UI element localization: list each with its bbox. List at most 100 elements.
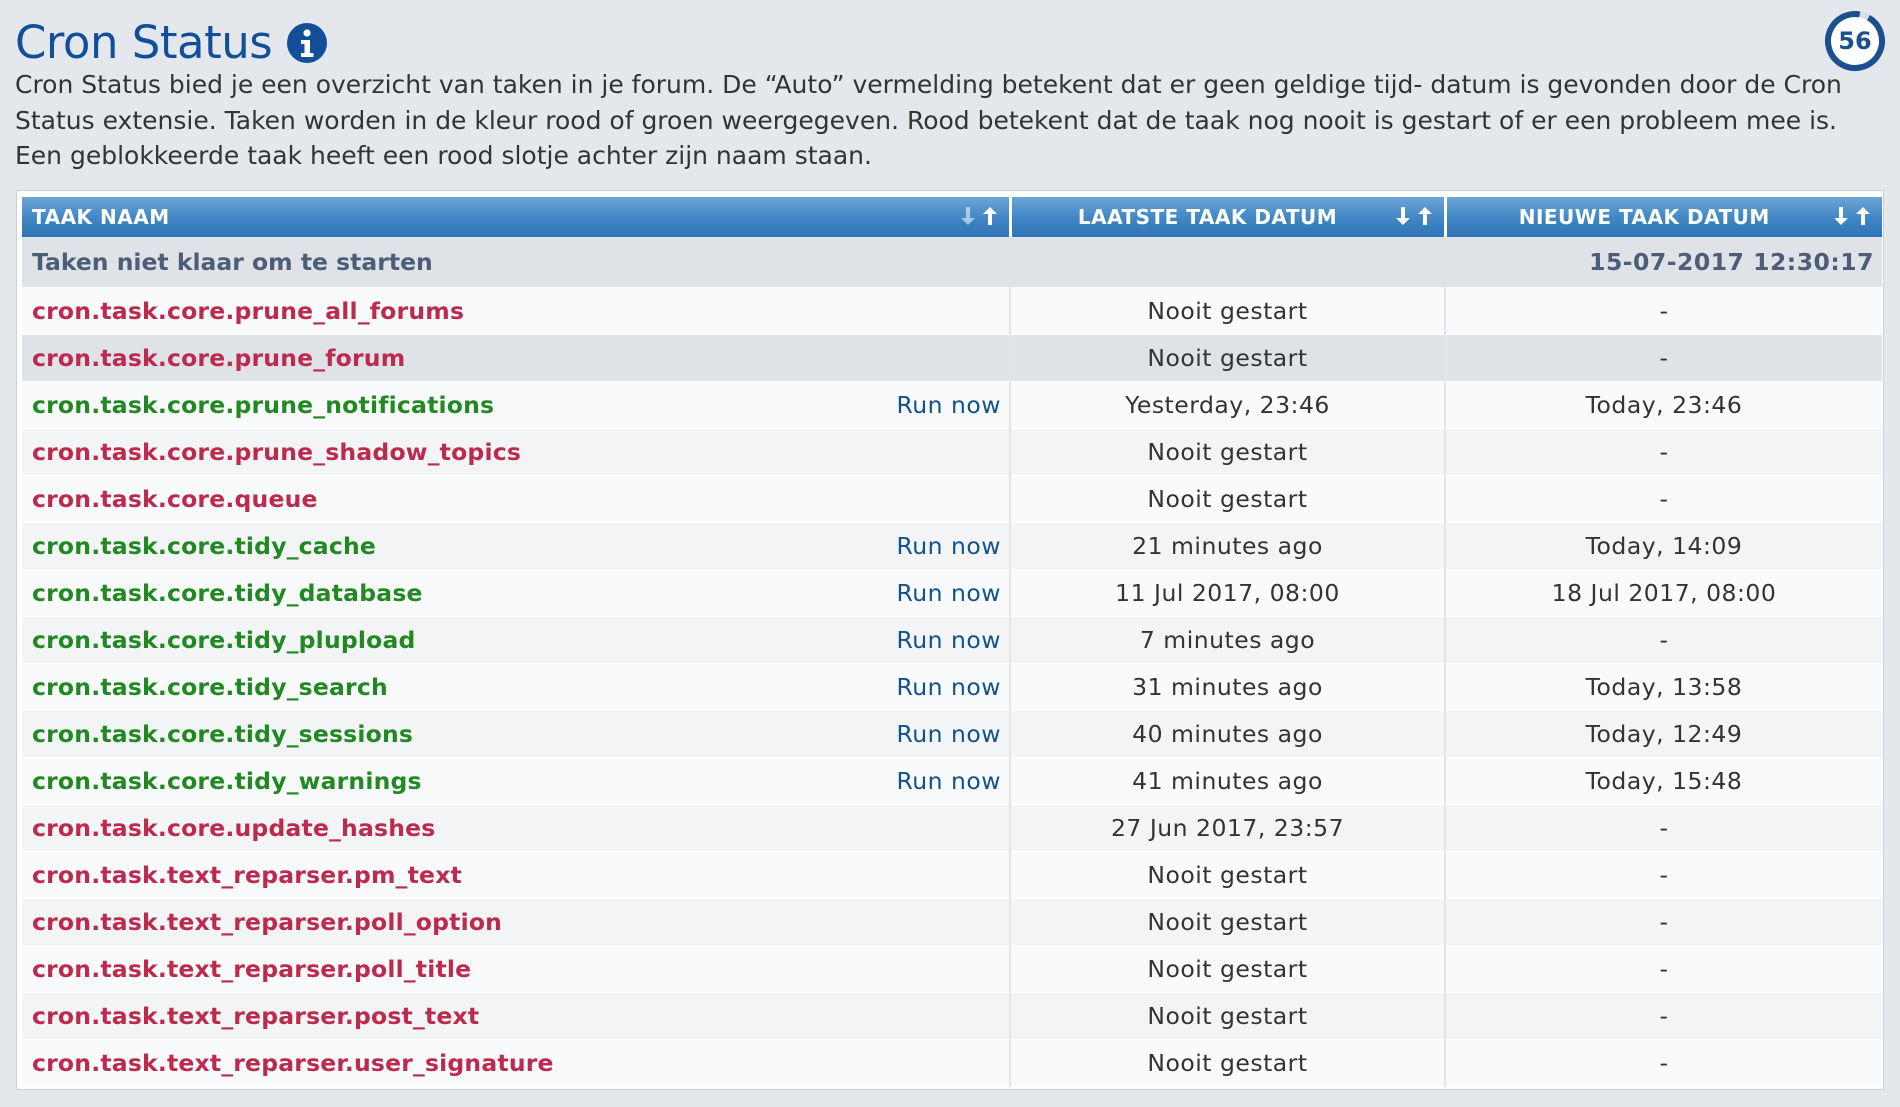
run-now-link[interactable]: Run now xyxy=(896,626,1001,654)
run-now-link[interactable]: Run now xyxy=(896,579,1001,607)
sort-up-icon[interactable] xyxy=(981,206,999,226)
run-now-link[interactable]: Run now xyxy=(896,391,1001,419)
column-header-label: NIEUWE TAAK DATUM xyxy=(1518,205,1770,229)
sort-up-icon[interactable] xyxy=(1854,206,1872,226)
task-name-wrapper: cron.task.core.prune_all_forums xyxy=(22,288,1009,334)
task-name-cell: cron.task.core.prune_shadow_topics xyxy=(22,428,1011,476)
task-name-wrapper: cron.task.text_reparser.user_signature xyxy=(22,1040,1009,1086)
refresh-counter: 56 xyxy=(1824,10,1886,72)
group-date: 15-07-2017 12:30:17 xyxy=(1445,237,1882,288)
sort-controls xyxy=(1832,206,1872,226)
task-name-cell: cron.task.core.tidy_sessions Run now xyxy=(22,710,1011,758)
run-now-link[interactable]: Run now xyxy=(896,720,1001,748)
run-now-link[interactable]: Run now xyxy=(896,673,1001,701)
task-name-wrapper: cron.task.text_reparser.pm_text xyxy=(22,852,1009,898)
task-name-wrapper: cron.task.core.prune_shadow_topics xyxy=(22,429,1009,475)
column-header-next-date[interactable]: NIEUWE TAAK DATUM xyxy=(1445,197,1882,237)
task-name-wrapper: cron.task.core.tidy_warnings Run now xyxy=(22,758,1009,804)
task-name-cell: cron.task.text_reparser.post_text xyxy=(22,992,1011,1040)
next-run-date: - xyxy=(1445,475,1882,523)
column-header-label: LAATSTE TAAK DATUM xyxy=(1077,205,1338,229)
last-run-date: Yesterday, 23:46 xyxy=(1010,381,1446,429)
column-header-task-name[interactable]: TAAK NAAM xyxy=(22,197,1012,237)
next-run-date: - xyxy=(1445,287,1882,335)
table-row: cron.task.text_reparser.post_text Nooit g… xyxy=(22,992,1882,1040)
last-run-date: 41 minutes ago xyxy=(1010,757,1446,805)
last-run-date: Nooit gestart xyxy=(1010,992,1446,1040)
task-name-cell: cron.task.text_reparser.pm_text xyxy=(22,851,1011,899)
task-name: cron.task.core.prune_shadow_topics xyxy=(32,437,522,466)
next-run-date: - xyxy=(1445,1039,1882,1087)
last-run-date: Nooit gestart xyxy=(1010,945,1446,993)
next-run-date: Today, 15:48 xyxy=(1445,757,1882,805)
page-title-text: Cron Status xyxy=(15,15,273,69)
task-name: cron.task.core.prune_all_forums xyxy=(32,296,465,325)
task-name-wrapper: cron.task.core.queue xyxy=(22,476,1009,522)
task-name: cron.task.core.tidy_search xyxy=(32,672,388,701)
table-row: cron.task.core.prune_all_forums Nooit ges… xyxy=(22,287,1882,335)
table-row: cron.task.core.tidy_warnings Run now 41 mi… xyxy=(22,757,1882,805)
next-run-date: - xyxy=(1445,616,1882,664)
task-name: cron.task.core.tidy_plupload xyxy=(32,625,416,654)
task-name-cell: cron.task.text_reparser.poll_title xyxy=(22,945,1011,993)
run-now-link[interactable]: Run now xyxy=(896,767,1001,795)
last-run-date: Nooit gestart xyxy=(1010,898,1446,946)
task-name: cron.task.core.queue xyxy=(32,484,318,513)
last-run-date: Nooit gestart xyxy=(1010,334,1446,382)
next-run-date: - xyxy=(1445,334,1882,382)
task-name: cron.task.core.tidy_warnings xyxy=(32,766,422,795)
sort-down-icon[interactable] xyxy=(1394,206,1412,226)
page-title: Cron Status xyxy=(15,12,328,72)
table-row: cron.task.text_reparser.poll_option Nooit… xyxy=(22,898,1882,946)
info-circle-icon[interactable] xyxy=(286,22,328,64)
task-name-wrapper: cron.task.core.prune_forum xyxy=(22,335,1009,381)
task-name-wrapper: cron.task.core.tidy_plupload Run now xyxy=(22,617,1009,663)
task-name: cron.task.text_reparser.poll_title xyxy=(32,954,472,983)
table-row: cron.task.core.tidy_sessions Run now 40 mi… xyxy=(22,710,1882,758)
task-name-cell: cron.task.core.prune_all_forums xyxy=(22,287,1011,335)
task-name: cron.task.core.update_hashes xyxy=(32,813,436,842)
table-row: cron.task.core.prune_forum Nooit gestart - xyxy=(22,334,1882,382)
table-row: cron.task.core.update_hashes 27 Jun 2017,… xyxy=(22,804,1882,852)
table-row: cron.task.text_reparser.poll_title Nooit … xyxy=(22,945,1882,993)
task-name-cell: cron.task.core.tidy_plupload Run now xyxy=(22,616,1011,664)
next-run-date: - xyxy=(1445,992,1882,1040)
task-name-cell: cron.task.core.prune_forum xyxy=(22,334,1011,382)
next-run-date: - xyxy=(1445,804,1882,852)
task-name-cell: cron.task.core.prune_notifications Run no… xyxy=(22,381,1011,429)
task-name-wrapper: cron.task.core.tidy_cache Run now xyxy=(22,523,1009,569)
task-name-cell: cron.task.core.queue xyxy=(22,475,1011,523)
cron-table-panel: TAAK NAAM LAATSTE TAAK DATUM NIEUWE TAAK… xyxy=(16,190,1884,1090)
task-name-cell: cron.task.core.tidy_search Run now xyxy=(22,663,1011,711)
column-header-last-date[interactable]: LAATSTE TAAK DATUM xyxy=(1010,197,1447,237)
last-run-date: Nooit gestart xyxy=(1010,428,1446,476)
task-name-wrapper: cron.task.core.tidy_database Run now xyxy=(22,570,1009,616)
last-run-date: 21 minutes ago xyxy=(1010,522,1446,570)
task-name: cron.task.core.prune_forum xyxy=(32,343,406,372)
last-run-date: 7 minutes ago xyxy=(1010,616,1446,664)
task-name: cron.task.core.prune_notifications xyxy=(32,390,495,419)
sort-up-icon[interactable] xyxy=(1416,206,1434,226)
task-name: cron.task.core.tidy_database xyxy=(32,578,423,607)
sort-down-icon[interactable] xyxy=(1832,206,1850,226)
task-name-wrapper: cron.task.text_reparser.poll_title xyxy=(22,946,1009,992)
sort-down-icon[interactable] xyxy=(959,206,977,226)
next-run-date: - xyxy=(1445,851,1882,899)
task-name-wrapper: cron.task.core.prune_notifications Run no… xyxy=(22,382,1009,428)
group-row: Taken niet klaar om te starten 15-07-201… xyxy=(22,237,1882,288)
table-row: cron.task.core.tidy_database Run now 11 Ju… xyxy=(22,569,1882,617)
run-now-link[interactable]: Run now xyxy=(896,532,1001,560)
next-run-date: - xyxy=(1445,945,1882,993)
next-run-date: Today, 14:09 xyxy=(1445,522,1882,570)
sort-controls xyxy=(959,206,999,226)
task-name-cell: cron.task.core.tidy_cache Run now xyxy=(22,522,1011,570)
task-name: cron.task.core.tidy_cache xyxy=(32,531,377,560)
last-run-date: Nooit gestart xyxy=(1010,475,1446,523)
task-name-wrapper: cron.task.core.tidy_search Run now xyxy=(22,664,1009,710)
task-name-cell: cron.task.core.tidy_database Run now xyxy=(22,569,1011,617)
next-run-date: Today, 12:49 xyxy=(1445,710,1882,758)
last-run-date: 40 minutes ago xyxy=(1010,710,1446,758)
table-row: cron.task.core.prune_shadow_topics Nooit … xyxy=(22,428,1882,476)
task-name: cron.task.core.tidy_sessions xyxy=(32,719,414,748)
task-name: cron.task.text_reparser.poll_option xyxy=(32,907,503,936)
